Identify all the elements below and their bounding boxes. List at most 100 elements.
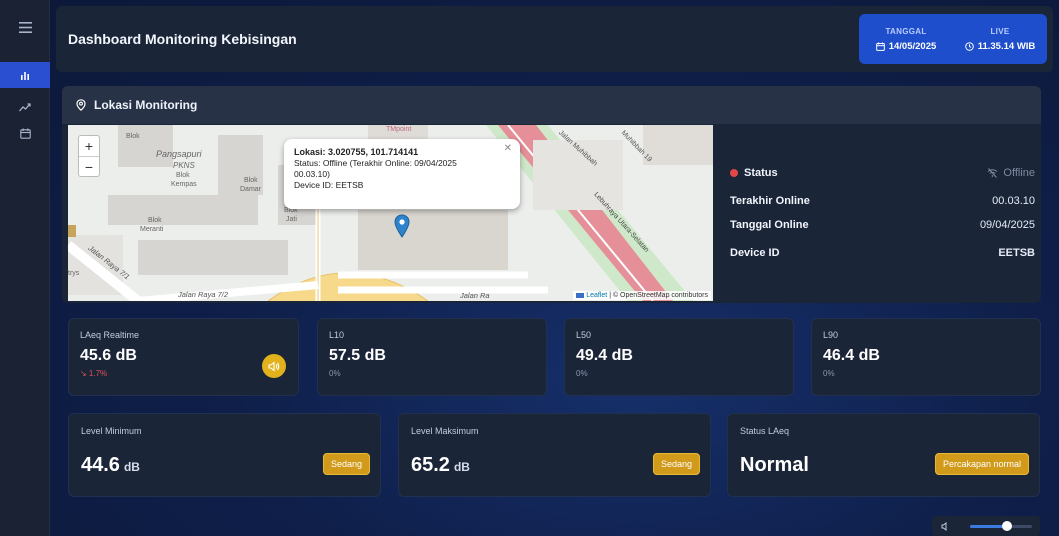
map[interactable]: Pangsapuri PKNS Blok Kempas Blok Damar B… (68, 125, 713, 301)
metric-value: 49.4 dB (576, 347, 633, 364)
laeq-status-value: Normal (740, 454, 809, 476)
level-value-wrap: 44.6 dB (81, 454, 140, 477)
speaker-icon (268, 360, 280, 372)
status-row: Status Offline (730, 167, 1035, 179)
calendar-icon (875, 41, 885, 51)
metric-value: 57.5 dB (329, 347, 386, 364)
map-label: Blok (126, 133, 140, 140)
device-id-row: Device ID EETSB (730, 247, 1035, 259)
level-badge: Sedang (652, 453, 700, 475)
speaker-button[interactable] (262, 354, 286, 378)
level-unit: dB (123, 460, 140, 474)
sidebar-item-trend[interactable] (0, 94, 50, 120)
bar-chart-icon (21, 72, 29, 80)
map-label: Jalan Ra (460, 291, 490, 300)
zoom-control: + − (78, 135, 100, 177)
location-card-header: Lokasi Monitoring (62, 86, 1041, 124)
sidebar-item-dashboard[interactable] (0, 62, 50, 88)
metric-label: LAeq Realtime (80, 330, 140, 340)
status-label-wrap: Status (730, 167, 778, 179)
map-marker-icon[interactable] (394, 214, 410, 238)
level-label: Level Minimum (81, 426, 142, 436)
zoom-in-button[interactable]: + (79, 136, 99, 156)
menu-icon[interactable] (0, 14, 50, 40)
main-content: Dashboard Monitoring Kebisingan TANGGAL … (50, 0, 1059, 536)
level-value-wrap: Normal (740, 454, 809, 477)
online-date-value: 09/04/2025 (979, 219, 1035, 231)
map-label: Jalan Raya 7/2 (178, 290, 229, 299)
location-pin-icon (76, 99, 86, 111)
location-card: Lokasi Monitoring Pangsapuri PKNS Blok K… (62, 86, 1041, 303)
map-label: Meranti (140, 226, 164, 233)
trend-icon (19, 102, 31, 111)
map-attribution: Leaflet | © OpenStreetMap contributors (573, 291, 711, 300)
device-id-label: Device ID (730, 247, 780, 259)
level-unit: dB (453, 460, 470, 474)
metric-change: 0% (329, 369, 341, 378)
status-value-wrap: Offline (987, 167, 1035, 179)
map-popup: Lokasi: 3.020755, 101.714141 Status: Off… (284, 139, 520, 209)
metric-card-laeq: LAeq Realtime 45.6 dB ↘ 1.7% (68, 318, 299, 396)
metric-change: 0% (576, 369, 588, 378)
popup-device-id: Device ID: EETSB (294, 180, 364, 190)
level-min-card: Level Minimum 44.6 dB Sedang (68, 413, 381, 497)
map-label: Pangsapuri (156, 149, 202, 159)
date-value: 14/05/2025 (888, 40, 937, 52)
sidebar-item-calendar[interactable] (0, 120, 50, 146)
device-id-value: EETSB (998, 247, 1035, 259)
map-label: trys (68, 270, 80, 277)
metric-card-l50: L50 49.4 dB 0% (564, 318, 794, 396)
online-date-row: Tanggal Online 09/04/2025 (730, 219, 1035, 231)
calendar-icon (19, 128, 31, 139)
last-online-row: Terakhir Online 00.03.10 (730, 195, 1035, 207)
flag-icon (576, 292, 585, 298)
header: Dashboard Monitoring Kebisingan TANGGAL … (56, 6, 1053, 72)
metric-value: 45.6 dB (80, 347, 137, 364)
date-display: 14/05/2025 (875, 40, 937, 52)
volume-slider-thumb[interactable] (1002, 521, 1013, 531)
osm-attribution: | © OpenStreetMap contributors (609, 292, 708, 299)
level-badge: Sedang (322, 453, 370, 475)
popup-coordinates: Lokasi: 3.020755, 101.714141 (294, 147, 419, 157)
popup-close-icon[interactable]: ✕ (504, 143, 512, 154)
clock-icon (964, 41, 974, 51)
live-label: LIVE (990, 26, 1010, 36)
volume-icon (941, 522, 947, 531)
map-label: TMpoint (386, 126, 412, 133)
map-label: Jati (286, 216, 297, 223)
volume-control (932, 516, 1040, 536)
map-label: Damar (240, 186, 262, 193)
location-card-title: Lokasi Monitoring (94, 98, 198, 112)
last-online-label: Terakhir Online (730, 195, 810, 207)
leaflet-link[interactable]: Leaflet (586, 292, 607, 299)
status-panel: Status Offline Terakhir Online 00.03.10 … (730, 125, 1035, 301)
level-badge: Percakapan normal (934, 453, 1029, 475)
metric-label: L90 (823, 330, 839, 340)
date-label: TANGGAL (885, 26, 927, 36)
status-dot-icon (730, 169, 738, 178)
level-label: Status LAeq (740, 426, 790, 436)
map-label: Blok (148, 217, 162, 224)
sidebar (0, 0, 50, 536)
level-value: 44.6 (81, 454, 120, 476)
level-value: 65.2 (411, 454, 450, 476)
zoom-out-button[interactable]: − (79, 156, 99, 176)
status-label: Status (744, 167, 778, 179)
popup-status-cont: 00.03.10) (294, 169, 330, 179)
map-label: Blok (244, 177, 258, 184)
datetime-box: TANGGAL 14/05/2025 LIVE 11.35.14 WIB (859, 14, 1047, 64)
date-section: TANGGAL 14/05/2025 (859, 14, 953, 64)
metric-label: L50 (576, 330, 592, 340)
wifi-off-icon (988, 168, 998, 178)
map-label: Kempas (171, 181, 197, 188)
time-value: 11.35.14 WIB (977, 40, 1036, 52)
level-max-card: Level Maksimum 65.2 dB Sedang (398, 413, 711, 497)
metric-change: 0% (823, 369, 835, 378)
last-online-value: 00.03.10 (992, 195, 1035, 207)
metric-label: L10 (329, 330, 345, 340)
metric-change: ↘ 1.7% (80, 369, 108, 378)
map-label: PKNS (173, 161, 195, 170)
time-display: 11.35.14 WIB (964, 40, 1036, 52)
map-label: Blok (176, 172, 190, 179)
volume-slider[interactable] (970, 521, 1032, 531)
